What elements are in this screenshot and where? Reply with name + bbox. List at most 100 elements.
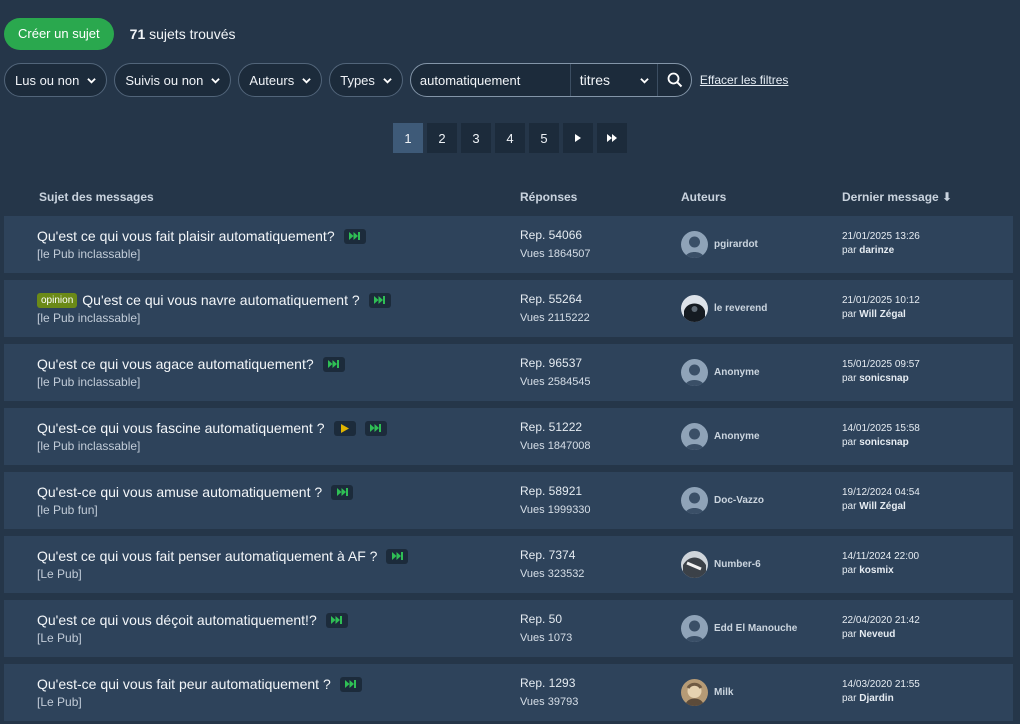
forum-link[interactable]: [le Pub inclassable] (37, 247, 140, 261)
table-row[interactable]: Qu'est ce qui vous fait penser automatiq… (4, 536, 1013, 593)
topic-subject: Qu'est ce qui vous fait plaisir automati… (37, 228, 366, 244)
create-topic-button[interactable]: Créer un sujet (4, 18, 114, 50)
author-name[interactable]: Number-6 (714, 559, 761, 570)
last-message-by-label: par (842, 693, 857, 704)
avatar[interactable] (681, 295, 708, 322)
topic-title-link[interactable]: Qu'est ce qui vous fait plaisir automati… (37, 228, 335, 244)
topic-title-link[interactable]: Qu'est-ce qui vous amuse automatiquement… (37, 484, 322, 500)
table-row[interactable]: Qu'est ce qui vous fait plaisir automati… (4, 216, 1013, 273)
search-button[interactable] (657, 64, 691, 96)
topic-subject: Qu'est-ce qui vous amuse automatiquement… (37, 484, 354, 500)
author-name[interactable]: Anonyme (714, 431, 760, 442)
go-to-last-post-button[interactable] (339, 676, 362, 692)
author-name[interactable]: pgirardot (714, 239, 758, 250)
view-count: Vues 39793 (520, 696, 579, 708)
page-button[interactable]: 4 (495, 123, 525, 153)
avatar[interactable] (681, 679, 708, 706)
go-to-last-post-button[interactable] (325, 612, 348, 628)
author-name[interactable]: Edd El Manouche (714, 623, 797, 634)
chevron-down-icon (87, 77, 97, 84)
last-message-author: par sonicsnap (842, 373, 909, 384)
topic-title-link[interactable]: Qu'est ce qui vous agace automatiquement… (37, 356, 314, 372)
next-page-button[interactable] (563, 123, 593, 153)
author-name[interactable]: Milk (714, 687, 733, 698)
avatar[interactable] (681, 487, 708, 514)
filter-authors-label: Auteurs (249, 72, 295, 88)
play-icon (340, 423, 349, 433)
filter-read-dropdown[interactable]: Lus ou non (4, 63, 108, 97)
last-message-author-name[interactable]: kosmix (859, 565, 893, 576)
go-to-last-post-button[interactable] (386, 548, 409, 564)
filter-authors-dropdown[interactable]: Auteurs (238, 63, 323, 97)
last-message-author-name[interactable]: Will Zégal (859, 309, 906, 320)
search-icon (667, 72, 682, 88)
filter-followed-dropdown[interactable]: Suivis ou non (114, 63, 232, 97)
forum-link[interactable]: [le Pub inclassable] (37, 439, 140, 453)
last-message-author-name[interactable]: darinze (859, 245, 894, 256)
last-page-button[interactable] (597, 123, 627, 153)
author-name[interactable]: le reverend (714, 303, 767, 314)
search-input[interactable]: automatiquement (411, 73, 570, 88)
go-to-last-post-button[interactable] (343, 228, 366, 244)
topic-title-link[interactable]: Qu'est-ce qui vous fascine automatiqueme… (37, 420, 325, 436)
author-name[interactable]: Doc-Vazzo (714, 495, 764, 506)
table-row[interactable]: Qu'est ce qui vous déçoit automatiquemen… (4, 600, 1013, 657)
last-message-author: par Djardin (842, 693, 894, 704)
last-message-author-name[interactable]: Will Zégal (859, 501, 906, 512)
forum-link[interactable]: [Le Pub] (37, 695, 82, 709)
forum-link[interactable]: [Le Pub] (37, 631, 82, 645)
clear-filters-link[interactable]: Effacer les filtres (700, 73, 788, 87)
last-message-author-name[interactable]: sonicsnap (859, 373, 908, 384)
reply-count: Rep. 58921 (520, 484, 583, 498)
table-row[interactable]: Qu'est ce qui vous agace automatiquement… (4, 344, 1013, 401)
go-to-last-post-button[interactable] (322, 356, 345, 372)
view-count: Vues 1864507 (520, 248, 591, 260)
forum-link[interactable]: [Le Pub] (37, 567, 82, 581)
go-to-last-post-button[interactable] (364, 420, 387, 436)
topic-list: Qu'est ce qui vous fait plaisir automati… (4, 216, 1013, 724)
topic-subject: opinion Qu'est ce qui vous navre automati… (37, 292, 391, 308)
search-scope-select[interactable]: titres (569, 64, 657, 96)
avatar[interactable] (681, 359, 708, 386)
forum-link[interactable]: [le Pub fun] (37, 503, 98, 517)
last-message-author-name[interactable]: Neveud (859, 629, 895, 640)
fast-forward-icon (374, 296, 386, 304)
page-button[interactable]: 5 (529, 123, 559, 153)
topic-title-link[interactable]: Qu'est ce qui vous déçoit automatiquemen… (37, 612, 317, 628)
fast-forward-icon (345, 680, 357, 688)
column-header-subject: Sujet des messages (39, 190, 154, 204)
table-row[interactable]: Qu'est-ce qui vous fait peur automatique… (4, 664, 1013, 721)
opinion-tag-badge: opinion (37, 292, 78, 308)
avatar[interactable] (681, 615, 708, 642)
last-message-date: 22/04/2020 21:42 (842, 615, 920, 626)
table-header: Sujet des messages Réponses Auteurs Dern… (4, 190, 1013, 208)
page-button[interactable]: 1 (393, 123, 423, 153)
table-row[interactable]: opinion Qu'est ce qui vous navre automati… (4, 280, 1013, 337)
last-message-author: par kosmix (842, 565, 894, 576)
table-row[interactable]: Qu'est-ce qui vous amuse automatiquement… (4, 472, 1013, 529)
table-row[interactable]: Qu'est-ce qui vous fascine automatiqueme… (4, 408, 1013, 465)
reply-count: Rep. 51222 (520, 420, 583, 434)
forum-link[interactable]: [le Pub inclassable] (37, 311, 140, 325)
reply-count: Rep. 55264 (520, 292, 583, 306)
topic-title-link[interactable]: Qu'est ce qui vous fait penser automatiq… (37, 548, 377, 564)
go-to-last-post-button[interactable] (368, 292, 391, 308)
filter-types-dropdown[interactable]: Types (329, 63, 403, 97)
last-message-author-name[interactable]: sonicsnap (859, 437, 908, 448)
avatar[interactable] (681, 423, 708, 450)
search-scope-label: titres (579, 72, 611, 88)
go-to-last-post-button[interactable] (331, 484, 354, 500)
last-message-date: 21/01/2025 10:12 (842, 295, 920, 306)
column-header-last-message[interactable]: Dernier message ⬇ (842, 190, 952, 204)
avatar[interactable] (681, 551, 708, 578)
topic-title-link[interactable]: Qu'est-ce qui vous fait peur automatique… (37, 676, 331, 692)
author-name[interactable]: Anonyme (714, 367, 760, 378)
play-button[interactable] (333, 420, 356, 436)
last-message-author-name[interactable]: Djardin (859, 693, 893, 704)
page-button[interactable]: 3 (461, 123, 491, 153)
page-button[interactable]: 2 (427, 123, 457, 153)
view-count: Vues 1073 (520, 632, 573, 644)
topic-title-link[interactable]: Qu'est ce qui vous navre automatiquement… (82, 292, 359, 308)
forum-link[interactable]: [le Pub inclassable] (37, 375, 140, 389)
avatar[interactable] (681, 231, 708, 258)
